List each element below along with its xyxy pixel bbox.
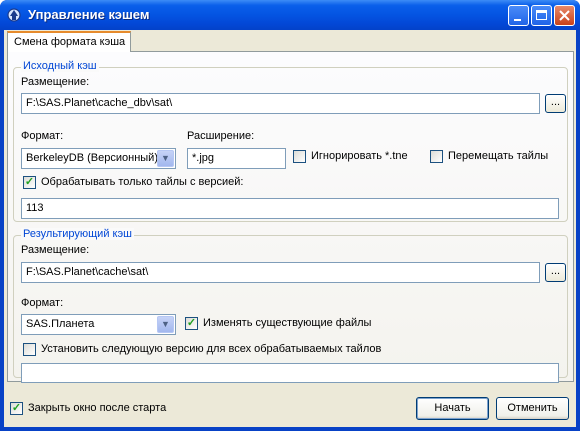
overwrite-files-checkbox[interactable]: ✓ [185,317,198,330]
set-version-checkbox[interactable] [23,343,36,356]
chevron-down-icon[interactable]: ▼ [157,150,174,167]
move-tiles-label: Перемещать тайлы [448,150,549,162]
target-location-label: Размещение: [21,244,90,256]
close-after-start-checkbox[interactable]: ✓ [10,402,23,415]
target-format-label: Формат: [21,297,64,309]
checkmark-icon: ✓ [24,176,35,188]
source-location-label: Размещение: [21,76,90,88]
cache-manager-window: Управление кэшем Смена формата кэша Исхо… [0,0,580,431]
cancel-button[interactable]: Отменить [496,397,569,420]
tab-change-cache-format[interactable]: Смена формата кэша [7,31,131,52]
close-icon [559,10,570,21]
ignore-tne-label: Игнорировать *.tne [311,150,408,162]
close-button[interactable] [554,5,575,26]
chevron-down-icon[interactable]: ▼ [157,316,174,333]
source-format-label: Формат: [21,130,64,142]
window-title: Управление кэшем [28,7,150,22]
target-location-input[interactable]: F:\SAS.Planet\cache\sat\ [21,262,540,283]
source-extension-label: Расширение: [187,130,255,142]
target-cache-group-title: Результирующий кэш [21,228,134,240]
tab-panel: Исходный кэш Размещение: F:\SAS.Planet\c… [7,51,574,383]
close-after-start-label: Закрыть окно после старта [28,402,167,414]
version-only-label: Обрабатывать только тайлы с версией: [41,176,244,188]
minimize-button[interactable] [508,5,529,26]
maximize-icon [536,10,547,20]
target-format-select[interactable]: SAS.Планета ▼ [21,314,176,335]
checkmark-icon: ✓ [11,402,22,414]
checkmark-icon: ✓ [186,317,197,329]
start-button[interactable]: Начать [416,397,489,420]
source-format-select[interactable]: BerkeleyDB (Версионный) ▼ [21,148,176,169]
source-location-input[interactable]: F:\SAS.Planet\cache_dbv\sat\ [21,93,540,114]
source-version-input[interactable]: 113 [21,198,559,219]
source-cache-group-title: Исходный кэш [21,60,99,72]
minimize-icon [514,19,521,21]
overwrite-files-label: Изменять существующие файлы [203,317,372,329]
maximize-button[interactable] [531,5,552,26]
move-tiles-checkbox[interactable] [430,150,443,163]
version-only-checkbox[interactable]: ✓ [23,176,36,189]
app-icon [7,8,21,22]
target-cache-group: Результирующий кэш Размещение: F:\SAS.Pl… [13,228,568,383]
title-bar[interactable]: Управление кэшем [0,0,580,30]
target-format-value: SAS.Планета [26,318,95,330]
source-cache-group: Исходный кэш Размещение: F:\SAS.Planet\c… [13,60,568,222]
source-format-value: BerkeleyDB (Версионный) [26,152,158,164]
ignore-tne-checkbox[interactable] [293,150,306,163]
target-version-input[interactable] [21,363,559,383]
source-browse-button[interactable]: ... [545,94,566,113]
target-browse-button[interactable]: ... [545,263,566,282]
window-client-area: Смена формата кэша Исходный кэш Размещен… [4,30,576,427]
set-version-label: Установить следующую версию для всех обр… [41,343,382,355]
source-extension-input[interactable]: *.jpg [187,148,286,169]
